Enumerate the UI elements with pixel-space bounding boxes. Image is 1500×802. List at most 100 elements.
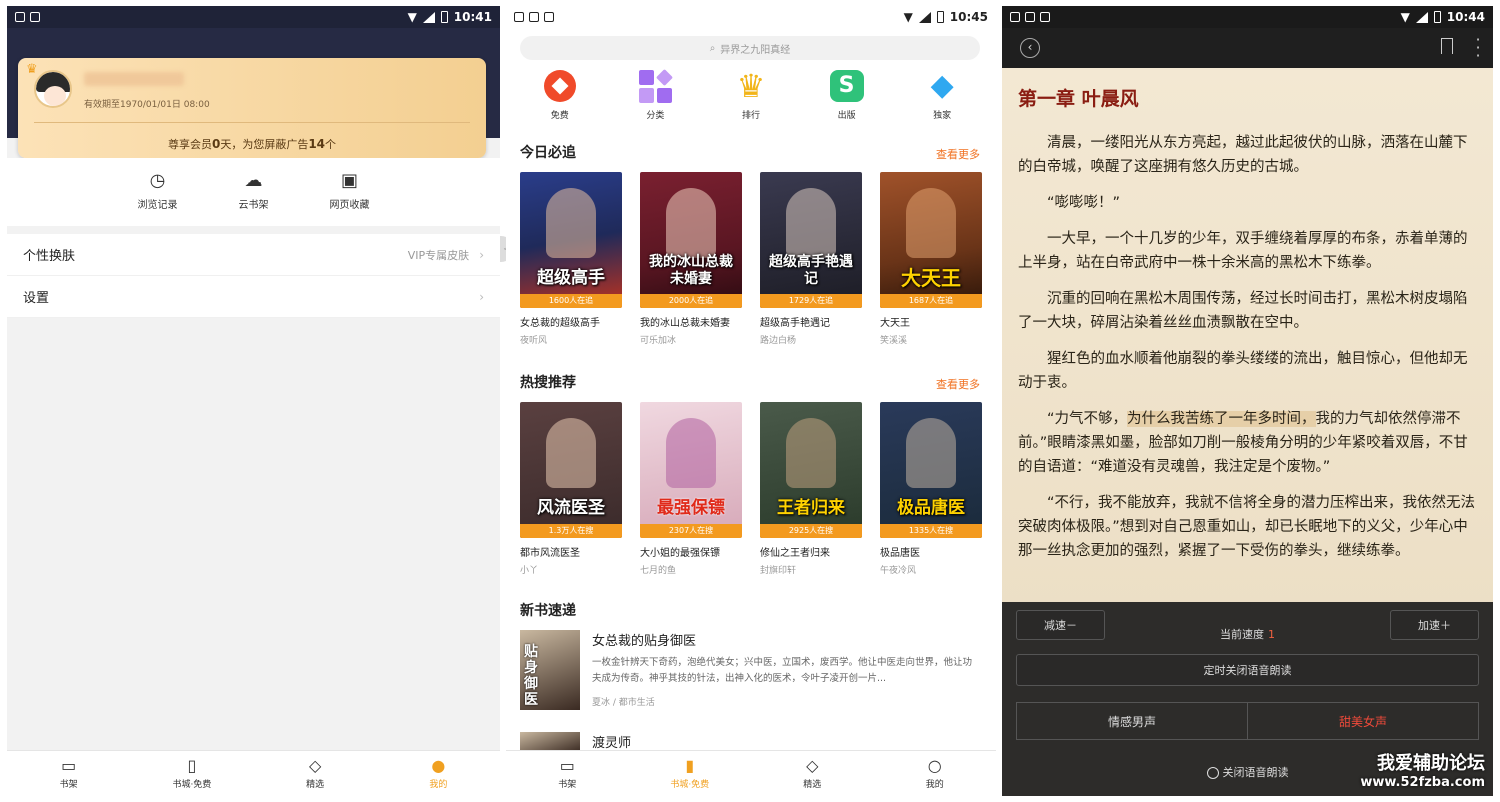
- bookstore-screen: ▼ 10:45 ⌕ 异界之九阳真经 免费 分类 ♛ 排行 S 出版 ◆ 独家 今日…: [506, 6, 996, 796]
- book-author: 七月的鱼: [640, 566, 677, 576]
- bottom-tab-bar: ▭ 书架 ▯ 书城·免费 ◇ 精选 ● 我的: [7, 750, 500, 796]
- tab-bookshelf[interactable]: ▭ 书架: [506, 751, 629, 796]
- signal-icon: [918, 11, 931, 23]
- menu-settings[interactable]: 设置 ›: [7, 276, 500, 318]
- new-book-item[interactable]: 贴身御医 女总裁的贴身御医 一枚金针辨天下奇药，泡绝代美女；兴中医，立国术，废西…: [520, 630, 980, 710]
- book-author: 小丫: [520, 566, 539, 576]
- book-author: 午夜冷风: [880, 566, 917, 576]
- reader-toolbar: ‹ · · ·: [1002, 28, 1493, 68]
- tab-mine[interactable]: ● 我的: [377, 751, 500, 796]
- voice-female-option[interactable]: 甜美女声: [1247, 703, 1478, 739]
- shortcut-web-favorites[interactable]: ▣ 网页收藏: [330, 158, 370, 226]
- category-classify[interactable]: 分类: [625, 68, 685, 121]
- notification-icon: [1010, 12, 1020, 22]
- book-cover: 超级高手艳遇记 1729人在追: [760, 172, 862, 308]
- tts-highlight: 为什么我苦练了一年多时间，: [1127, 411, 1316, 427]
- battery-icon: [936, 11, 944, 23]
- vip-card[interactable]: ♛ 有效期至1970/01/01日 08:00 尊享会员0天，为您屏蔽广告14个: [18, 58, 486, 158]
- category-free[interactable]: 免费: [530, 68, 590, 121]
- book-card[interactable]: 大天王 1687人在追 大天王 笑溪溪: [880, 172, 982, 346]
- shortcut-row: ◷ 浏览记录 ☁ 云书架 ▣ 网页收藏: [7, 158, 500, 226]
- search-count-badge: 2925人在搜: [760, 524, 862, 538]
- search-icon: ⌕: [709, 42, 716, 54]
- paragraph: 沉重的回响在黑松木周围传荡，经过长时间击打，黑松木树皮塌陷了一大块，碎屑沾染着丝…: [1018, 291, 1468, 331]
- book-card[interactable]: 极品唐医 1335人在搜 极品唐医 午夜冷风: [880, 402, 982, 576]
- tab-bookshelf[interactable]: ▭ 书架: [7, 751, 130, 796]
- book-card[interactable]: 超级高手艳遇记 1729人在追 超级高手艳遇记 路边白杨: [760, 172, 862, 346]
- see-more-link[interactable]: 查看更多: [936, 146, 980, 162]
- book-card[interactable]: 最强保镖 2307人在搜 大小姐的最强保镖 七月的鱼: [640, 402, 742, 576]
- search-input[interactable]: ⌕ 异界之九阳真经: [520, 36, 980, 60]
- chevron-right-icon: ›: [479, 247, 484, 262]
- battery-icon: [440, 11, 448, 23]
- see-more-link[interactable]: 查看更多: [936, 376, 980, 392]
- status-time: 10:41: [453, 10, 492, 24]
- shortcut-history[interactable]: ◷ 浏览记录: [138, 158, 178, 226]
- book-author: 笑溪溪: [880, 336, 908, 346]
- tab-bookstore[interactable]: ▯ 书城·免费: [130, 751, 253, 796]
- timer-off-button[interactable]: 定时关闭语音朗读: [1016, 654, 1479, 686]
- book-cover: 我的冰山总裁未婚妻 2000人在追: [640, 172, 742, 308]
- shortcut-cloud-shelf[interactable]: ☁ 云书架: [239, 158, 269, 226]
- book-cover: 大天王 1687人在追: [880, 172, 982, 308]
- book-cover: 最强保镖 2307人在搜: [640, 402, 742, 538]
- search-count-badge: 1.3万人在搜: [520, 524, 622, 538]
- book-author: 封旗印轩: [760, 566, 797, 576]
- book-card[interactable]: 我的冰山总裁未婚妻 2000人在追 我的冰山总裁未婚妻 可乐加冰: [640, 172, 742, 346]
- book-title: 都市风流医圣: [520, 548, 580, 559]
- person-icon: ○: [927, 755, 942, 775]
- book-title: 超级高手艳遇记: [760, 318, 830, 329]
- status-bar: ▼ 10:45: [506, 6, 996, 28]
- book-cover: 王者归来 2925人在搜: [760, 402, 862, 538]
- status-time: 10:45: [949, 10, 988, 24]
- paragraph: 猩红色的血水顺着他崩裂的拳头缕缕的流出，触目惊心，但他却无动于衷。: [1018, 351, 1468, 391]
- bookmark-icon[interactable]: [1441, 38, 1453, 54]
- voice-selector: 情感男声 甜美女声: [1016, 702, 1479, 740]
- wifi-icon: ▼: [1400, 10, 1410, 24]
- book-cover: 超级高手 1600人在追: [520, 172, 622, 308]
- more-icon[interactable]: · · ·: [1475, 32, 1481, 64]
- vip-expire-text: 有效期至1970/01/01日 08:00: [84, 100, 210, 110]
- search-count-badge: 1335人在搜: [880, 524, 982, 538]
- faster-button[interactable]: 加速＋: [1390, 610, 1479, 640]
- tab-mine[interactable]: ○ 我的: [874, 751, 997, 796]
- book-card[interactable]: 风流医圣 1.3万人在搜 都市风流医圣 小丫: [520, 402, 622, 576]
- clock-icon: ◷: [149, 170, 166, 191]
- new-book-item[interactable]: 渡灵师: [520, 732, 631, 752]
- settings-list: 个性换肤 VIP专属皮肤 › 设置 ›: [7, 234, 500, 318]
- voice-male-option[interactable]: 情感男声: [1017, 703, 1247, 739]
- gem-icon: ◆: [930, 68, 954, 103]
- tab-featured[interactable]: ◇ 精选: [751, 751, 874, 796]
- avatar[interactable]: [34, 70, 72, 108]
- book-cover: 风流医圣 1.3万人在搜: [520, 402, 622, 538]
- signal-icon: [1415, 11, 1428, 23]
- crown-icon: ♛: [26, 62, 38, 77]
- book-card[interactable]: 王者归来 2925人在搜 修仙之王者归来 封旗印轩: [760, 402, 862, 576]
- diamond-icon: ◇: [806, 755, 819, 775]
- book-title: 大小姐的最强保镖: [640, 548, 720, 559]
- status-bar: ▼ 10:44: [1002, 6, 1493, 28]
- app-icon: [544, 12, 554, 22]
- diamond-icon: ◇: [308, 755, 322, 775]
- back-icon[interactable]: ‹: [1020, 38, 1040, 58]
- image-icon: [1025, 12, 1035, 22]
- vip-benefit-text: 尊享会员0天，为您屏蔽广告14个: [167, 137, 337, 151]
- tab-featured[interactable]: ◇ 精选: [254, 751, 377, 796]
- book-title: 大天王: [880, 318, 910, 329]
- category-ranking[interactable]: ♛ 排行: [721, 68, 781, 121]
- grid-icon: [637, 68, 673, 104]
- category-publish[interactable]: S 出版: [817, 68, 877, 121]
- book-row: 风流医圣 1.3万人在搜 都市风流医圣 小丫 最强保镖 2307人在搜 大小姐的最强…: [520, 402, 982, 576]
- tab-bookstore[interactable]: ▮ 书城·免费: [629, 751, 752, 796]
- book-title: 女总裁的超级高手: [520, 318, 600, 329]
- wifi-icon: ▼: [407, 10, 417, 24]
- book-card[interactable]: 超级高手 1600人在追 女总裁的超级高手 夜听风: [520, 172, 622, 346]
- app-icon: [30, 12, 40, 22]
- category-exclusive[interactable]: ◆ 独家: [912, 68, 972, 122]
- chapter-title: 第一章 叶晨风: [1018, 88, 1139, 110]
- book-row: 超级高手 1600人在追 女总裁的超级高手 夜听风 我的冰山总裁未婚妻 2000人在…: [520, 172, 982, 346]
- book-description: 一枚金针辨天下奇药，泡绝代美女；兴中医，立国术，废西学。他让中医走向世界，他让功…: [592, 657, 973, 684]
- follower-badge: 1687人在追: [880, 294, 982, 308]
- menu-skin[interactable]: 个性换肤 VIP专属皮肤 ›: [7, 234, 500, 276]
- wifi-icon: ▼: [903, 10, 913, 24]
